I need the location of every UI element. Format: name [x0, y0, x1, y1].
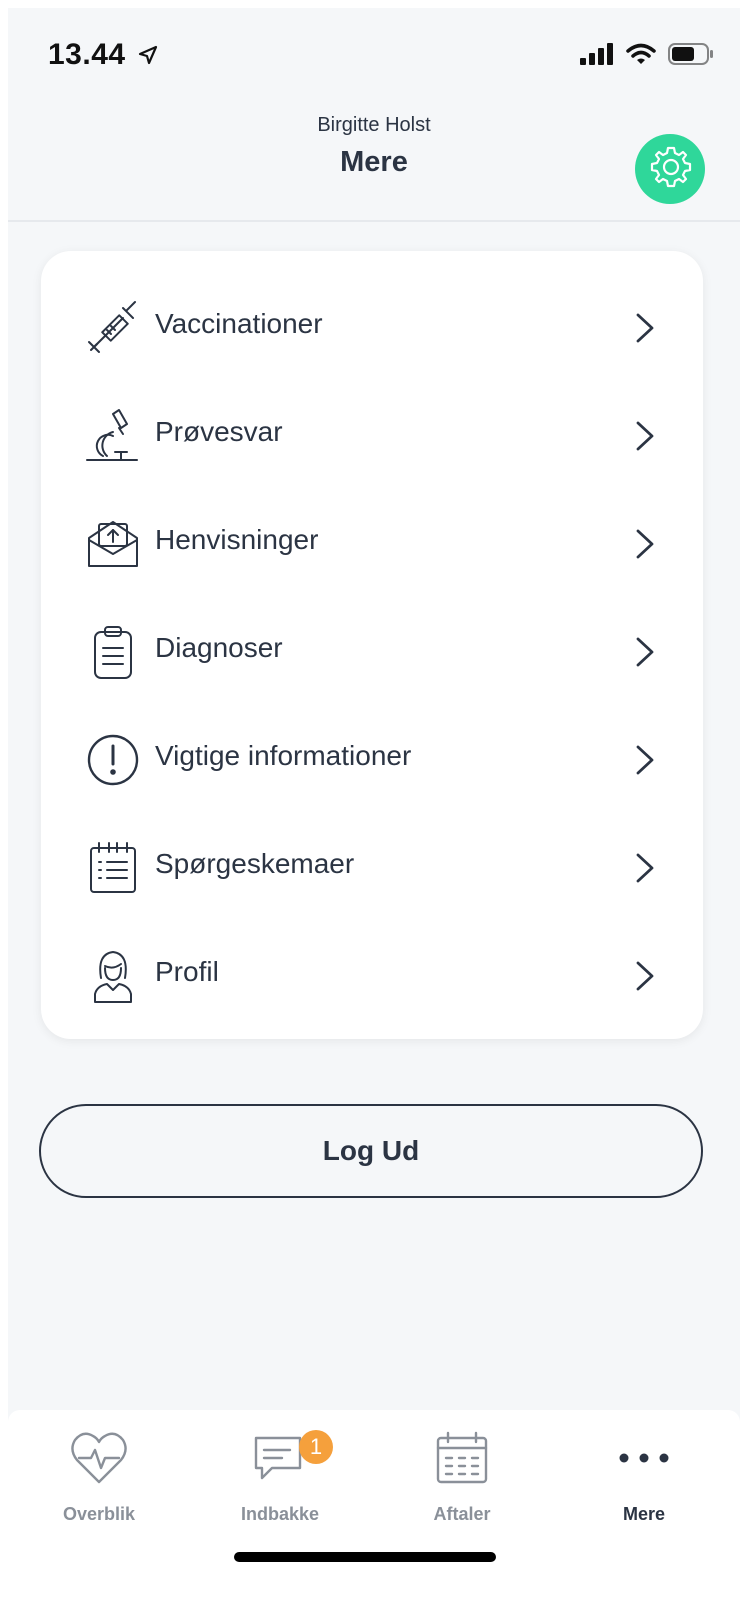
chevron-right-icon: [635, 744, 655, 776]
menu-item-provesvar[interactable]: Prøvesvar: [41, 382, 703, 490]
tab-bar: Overblik 1 Indbakke Aftaler Mere: [8, 1410, 740, 1608]
wifi-icon: [626, 43, 656, 70]
gear-icon: [647, 144, 693, 195]
menu-item-label: Profil: [155, 956, 219, 987]
tab-aftaler[interactable]: Aftaler: [387, 1428, 537, 1528]
page-header: Birgitte Holst Mere: [8, 100, 740, 222]
status-indicators: [580, 42, 714, 71]
menu-card: Vaccinationer Prøvesvar Henvisninger Dia…: [41, 251, 703, 1039]
status-time: 13.44: [48, 38, 158, 73]
app-screen: 13.44 Birgitte Holst Mere Vaccinationer …: [8, 8, 740, 1608]
clipboard-icon: [83, 622, 143, 682]
tab-label: Mere: [622, 1504, 666, 1524]
status-bar: 13.44: [8, 8, 740, 100]
menu-item-profil[interactable]: Profil: [41, 922, 703, 1030]
logout-button[interactable]: Log Ud: [39, 1104, 703, 1198]
heart-pulse-icon: [69, 1428, 129, 1488]
menu-item-label: Vigtige informationer: [155, 740, 412, 771]
menu-item-sporgeskemaer[interactable]: Spørgeskemaer: [41, 814, 703, 922]
tab-label: Indbakke: [240, 1504, 320, 1524]
tab-overblik[interactable]: Overblik: [24, 1428, 174, 1528]
menu-item-label: Henvisninger: [155, 524, 319, 555]
chevron-right-icon: [635, 312, 655, 344]
menu-item-label: Prøvesvar: [155, 416, 283, 447]
chevron-right-icon: [635, 636, 655, 668]
microscope-icon: [83, 406, 143, 466]
chevron-right-icon: [635, 852, 655, 884]
cellular-signal-icon: [580, 43, 614, 70]
envelope-upload-icon: [83, 514, 143, 574]
location-arrow-icon: [138, 39, 158, 73]
tab-indbakke[interactable]: 1 Indbakke: [205, 1428, 355, 1528]
menu-item-henvisninger[interactable]: Henvisninger: [41, 490, 703, 598]
user-name: Birgitte Holst: [317, 114, 431, 136]
menu-item-label: Vaccinationer: [155, 308, 323, 339]
menu-item-vigtige-informationer[interactable]: Vigtige informationer: [41, 706, 703, 814]
menu-item-label: Spørgeskemaer: [155, 848, 355, 879]
chevron-right-icon: [635, 420, 655, 452]
exclamation-circle-icon: [83, 730, 143, 790]
menu-item-diagnoser[interactable]: Diagnoser: [41, 598, 703, 706]
tab-label: Overblik: [62, 1504, 136, 1524]
battery-icon: [668, 42, 714, 71]
syringe-icon: [83, 298, 143, 358]
tab-mere[interactable]: Mere: [569, 1428, 719, 1528]
chevron-right-icon: [635, 528, 655, 560]
chevron-right-icon: [635, 960, 655, 992]
status-time-text: 13.44: [48, 38, 126, 71]
menu-item-vaccinationer[interactable]: Vaccinationer: [41, 274, 703, 382]
calendar-icon: [432, 1428, 492, 1488]
home-indicator: [234, 1552, 496, 1562]
checklist-calendar-icon: [83, 838, 143, 898]
page-title: Mere: [340, 146, 408, 178]
tab-label: Aftaler: [433, 1504, 491, 1524]
person-icon: [83, 946, 143, 1006]
unread-badge: 1: [299, 1430, 333, 1464]
menu-item-label: Diagnoser: [155, 632, 283, 663]
more-dots-icon: [614, 1428, 674, 1488]
settings-button[interactable]: [635, 134, 705, 204]
